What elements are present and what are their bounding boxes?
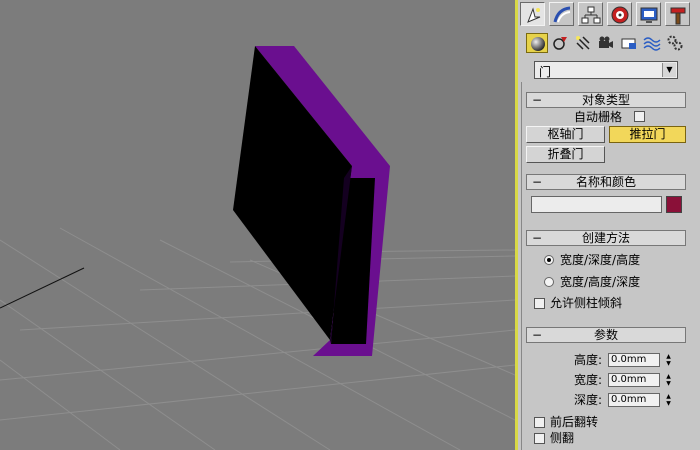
camera-icon	[599, 36, 613, 48]
shapes-subtab[interactable]	[549, 33, 571, 53]
height-label: 高度:	[574, 353, 603, 367]
flip-front-back-checkbox[interactable]	[534, 417, 545, 428]
pivot-door-button[interactable]: 枢轴门	[526, 126, 605, 143]
method-width-height-depth-radio[interactable]	[544, 277, 554, 287]
depth-field[interactable]: 0.0mm	[608, 393, 660, 407]
autogrid-checkbox[interactable]	[634, 111, 645, 122]
category-dropdown-value: 门	[539, 65, 552, 79]
create-category-bar	[518, 30, 700, 56]
modify-tab[interactable]	[549, 2, 574, 26]
bifold-door-button[interactable]: 折叠门	[526, 146, 605, 163]
name-color-rollout-header[interactable]: − 名称和颜色	[526, 174, 686, 190]
display-tab[interactable]	[636, 2, 661, 26]
allow-jamb-lean-label: 允许侧柱倾斜	[550, 296, 623, 310]
hammer-icon	[670, 7, 686, 25]
hierarchy-tab[interactable]	[578, 2, 603, 26]
ground-grid	[0, 227, 515, 450]
object-type-title: 对象类型	[581, 93, 630, 107]
cameras-subtab[interactable]	[595, 33, 617, 53]
name-color-title: 名称和颜色	[575, 175, 636, 189]
display-icon	[640, 7, 658, 23]
hierarchy-icon	[581, 6, 601, 24]
gears-icon	[667, 35, 683, 51]
sphere-icon	[531, 37, 545, 51]
world-axis-line	[0, 267, 85, 309]
object-color-swatch[interactable]	[666, 196, 682, 213]
height-field[interactable]: 0.0mm	[608, 353, 660, 367]
helpers-subtab[interactable]	[618, 33, 640, 53]
method-width-depth-height-radio[interactable]	[544, 255, 554, 265]
space-warps-subtab[interactable]	[641, 33, 663, 53]
flip-front-back-label: 前后翻转	[550, 415, 599, 429]
create-icon	[527, 7, 541, 23]
utilities-tab[interactable]	[665, 2, 690, 26]
object-type-rollout-header[interactable]: − 对象类型	[526, 92, 686, 108]
width-spinner[interactable]: ▲ ▼	[664, 373, 673, 387]
flip-side-label: 侧翻	[550, 431, 575, 445]
autogrid-label: 自动栅格	[574, 110, 623, 124]
width-label: 宽度:	[574, 373, 603, 387]
depth-label: 深度:	[574, 393, 603, 407]
lights-subtab[interactable]	[572, 33, 594, 53]
motion-tab[interactable]	[607, 2, 632, 26]
tape-icon	[621, 38, 636, 49]
parameters-rollout-header[interactable]: − 参数	[526, 327, 686, 343]
flip-side-checkbox[interactable]	[534, 433, 545, 444]
method-width-depth-height-label: 宽度/深度/高度	[560, 253, 641, 267]
light-icon	[576, 36, 590, 50]
rollout-scroll-guide	[521, 82, 522, 450]
allow-jamb-lean-checkbox[interactable]	[534, 298, 545, 309]
viewport-scene	[0, 46, 515, 450]
width-field[interactable]: 0.0mm	[608, 373, 660, 387]
geometry-subtab[interactable]	[526, 33, 548, 53]
sliding-door-model[interactable]	[233, 46, 390, 356]
chevron-down-icon[interactable]: ▼	[662, 63, 676, 77]
command-panel-tabs	[518, 0, 700, 28]
wave-icon	[643, 37, 661, 51]
command-panel: 门 ▼ − 对象类型 自动栅格 枢轴门 推拉门 折叠门 − 名称和颜色 − 创建…	[518, 0, 700, 450]
object-name-field[interactable]	[531, 196, 662, 213]
height-spinner[interactable]: ▲ ▼	[664, 353, 673, 367]
method-width-height-depth-label: 宽度/高度/深度	[560, 275, 641, 289]
create-tab[interactable]	[520, 2, 545, 26]
shapes-icon	[553, 37, 567, 50]
motion-icon	[611, 6, 629, 24]
category-dropdown[interactable]: 门 ▼	[534, 61, 678, 79]
systems-subtab[interactable]	[664, 33, 686, 53]
creation-method-rollout-header[interactable]: − 创建方法	[526, 230, 686, 246]
modify-icon	[553, 6, 571, 23]
depth-spinner[interactable]: ▲ ▼	[664, 393, 673, 407]
parameters-title: 参数	[593, 328, 618, 342]
sliding-door-button[interactable]: 推拉门	[609, 126, 686, 143]
creation-method-title: 创建方法	[581, 231, 630, 245]
perspective-viewport[interactable]	[0, 0, 515, 450]
